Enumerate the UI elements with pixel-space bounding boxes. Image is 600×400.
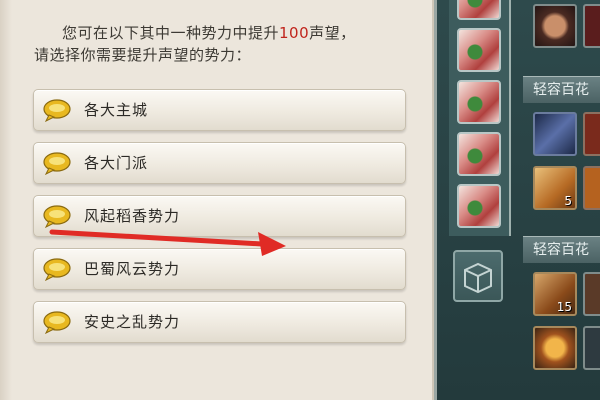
bag-section-label: 轻容百花	[533, 242, 589, 258]
option-label: 安史之乱势力	[84, 313, 181, 331]
item-count: 5	[564, 194, 572, 208]
bag-section-header: 轻容百花	[523, 76, 600, 103]
bag-section-label: 轻容百花	[533, 82, 589, 98]
scroll-item-slot[interactable]	[457, 132, 501, 176]
dialog-prompt: 您可在以下其中一种势力中提升100声望， 请选择你需要提升声望的势力：	[34, 22, 422, 66]
prompt-line-1: 您可在以下其中一种势力中提升100声望，	[62, 24, 356, 42]
book-item-slot[interactable]: 5	[533, 166, 577, 210]
chest-icon-graphic	[464, 262, 492, 294]
option-label: 各大主城	[84, 101, 149, 119]
item-slot[interactable]	[583, 326, 600, 370]
speech-bubble-icon	[43, 152, 71, 175]
option-anshi-faction[interactable]: 安史之乱势力	[33, 301, 406, 343]
scroll-item-slot[interactable]	[457, 184, 501, 228]
speech-bubble-icon	[43, 311, 71, 334]
scroll-item-slot[interactable]	[457, 0, 501, 20]
option-bashu-faction[interactable]: 巴蜀风云势力	[33, 248, 406, 290]
inventory-panel: 轻容百花 5 轻容百花 15	[434, 0, 600, 400]
bag-item-slot[interactable]: 15	[533, 272, 577, 316]
option-daoxiang-faction[interactable]: 风起稻香势力	[33, 195, 406, 237]
item-count: 15	[556, 300, 572, 314]
option-label: 各大门派	[84, 154, 149, 172]
speech-bubble-icon	[43, 258, 71, 281]
option-label: 风起稻香势力	[84, 207, 181, 225]
reputation-dialog: 您可在以下其中一种势力中提升100声望， 请选择你需要提升声望的势力： 各大主城…	[0, 0, 434, 400]
prompt-line-2: 请选择你需要提升声望的势力：	[34, 46, 252, 64]
option-main-cities[interactable]: 各大主城	[33, 89, 406, 131]
item-slot[interactable]	[583, 166, 600, 210]
option-label: 巴蜀风云势力	[84, 260, 181, 278]
scroll-item-slot[interactable]	[457, 28, 501, 72]
reputation-amount: 100	[279, 24, 310, 42]
option-sects[interactable]: 各大门派	[33, 142, 406, 184]
weapon-item-slot[interactable]	[533, 112, 577, 156]
chest-icon[interactable]	[453, 250, 503, 302]
scroll-item-slot[interactable]	[457, 80, 501, 124]
item-slot[interactable]	[583, 112, 600, 156]
item-slot[interactable]	[583, 272, 600, 316]
portrait-item-slot[interactable]	[533, 4, 577, 48]
speech-bubble-icon	[43, 205, 71, 228]
bag-section-header: 轻容百花	[523, 236, 600, 263]
speech-bubble-icon	[43, 99, 71, 122]
item-slot[interactable]	[583, 4, 600, 48]
star-item-slot[interactable]	[533, 326, 577, 370]
